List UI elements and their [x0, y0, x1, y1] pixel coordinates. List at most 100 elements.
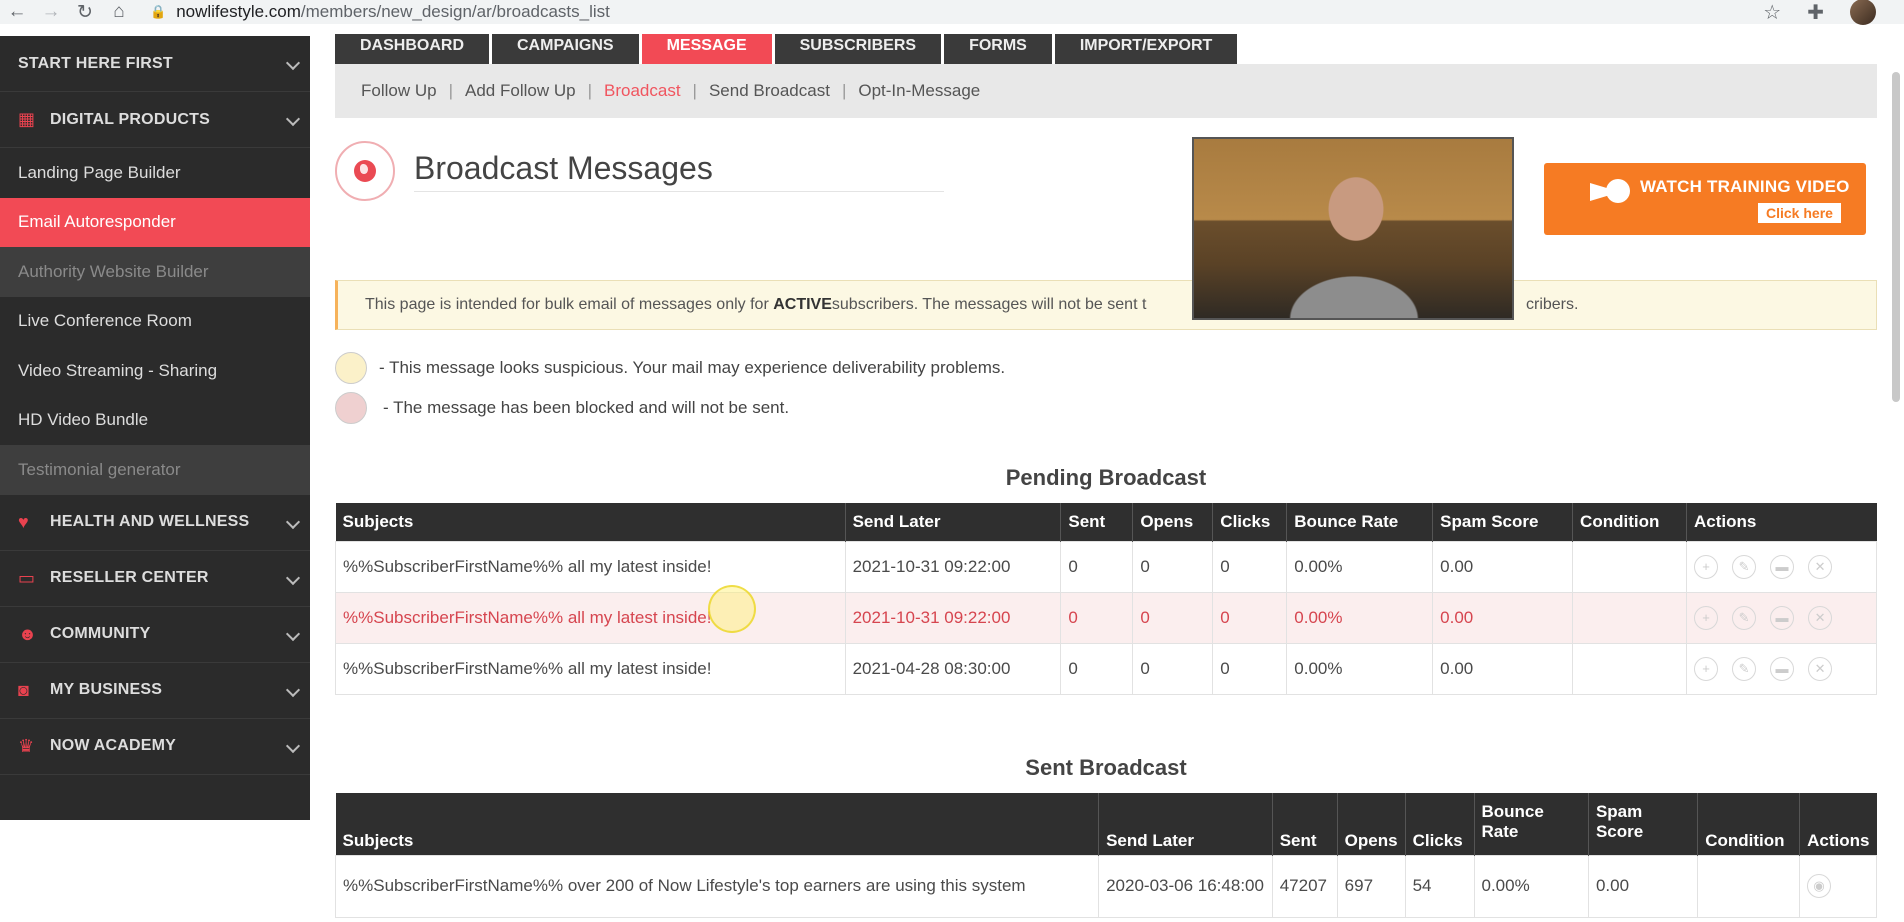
view-icon[interactable]: ◉ [1807, 874, 1832, 898]
tab-dashboard[interactable]: DASHBOARD [335, 34, 489, 64]
address-bar[interactable]: 🔒 nowlifestyle.com/members/new_design/ar… [150, 2, 610, 22]
subnav-send-broadcast[interactable]: Send Broadcast [709, 81, 830, 101]
star-icon[interactable]: ☆ [1763, 0, 1781, 25]
add-icon[interactable]: + [1694, 554, 1719, 579]
sidebar-item-authority-website-builder[interactable]: Authority Website Builder [0, 247, 310, 297]
reload-icon[interactable]: ↻ [68, 1, 102, 24]
archive-icon[interactable]: ▬ [1770, 656, 1795, 681]
back-icon[interactable]: ← [0, 1, 34, 23]
cell-condition [1572, 591, 1688, 644]
subnav-broadcast[interactable]: Broadcast [604, 81, 681, 101]
cell-bounce: 0.00% [1473, 854, 1589, 918]
sub-navigation: Follow Up | Add Follow Up | Broadcast | Send B… [335, 64, 1877, 118]
sidebar-item-video-streaming-sharing[interactable]: Video Streaming - Sharing [0, 346, 310, 396]
column-header-send-later: Send Later [1098, 793, 1273, 855]
add-icon[interactable]: + [1694, 656, 1719, 681]
chevron-down-icon [285, 682, 301, 697]
profile-avatar[interactable] [1850, 0, 1876, 25]
tab-campaigns[interactable]: CAMPAIGNS [492, 34, 639, 64]
cell-bounce: 0.00% [1286, 642, 1434, 695]
sidebar-item-landing-page-builder[interactable]: Landing Page Builder [0, 148, 310, 198]
cell-actions: + ✎ ▬ ✕ [1686, 591, 1877, 644]
edit-icon[interactable]: ✎ [1732, 656, 1757, 681]
sidebar-group-label: MY BUSINESS [50, 681, 163, 698]
pending-broadcast-title: Pending Broadcast [1005, 465, 1207, 490]
delete-icon[interactable]: ✕ [1808, 656, 1833, 681]
cell-send-later: 2021-10-31 09:22:00 [844, 540, 1062, 593]
subnav-separator: | [692, 81, 697, 100]
notice-text-post: subscribers. The messages will not be se… [831, 296, 1147, 313]
tab-message[interactable]: MESSAGE [641, 34, 772, 64]
watch-video-click-here: Click here [1758, 203, 1841, 223]
sidebar-item-email-autoresponder[interactable]: Email Autoresponder [0, 197, 310, 247]
sidebar-item-hd-video-bundle[interactable]: HD Video Bundle [0, 395, 310, 445]
subnav-add-follow-up[interactable]: Add Follow Up [465, 81, 576, 101]
tab-import-export[interactable]: IMPORT/EXPORT [1054, 34, 1238, 64]
my-business-icon: ◙ [18, 679, 30, 700]
column-header-subjects: Subjects [335, 503, 846, 541]
tab-subscribers[interactable]: SUBSCRIBERS [774, 34, 942, 64]
lock-icon: 🔒 [150, 4, 167, 19]
table-header-row: Subjects Send Later Sent Opens Clicks Bounce … [335, 503, 1877, 541]
sidebar-group-label: DIGITAL PRODUCTS [50, 110, 210, 128]
legend-blocked-text: - The message has been blocked and will … [383, 398, 790, 417]
cell-bounce: 0.00% [1286, 591, 1434, 644]
sidebar-group-digital-products[interactable]: ▦ DIGITAL PRODUCTS [0, 92, 310, 148]
sidebar-group-community[interactable]: ☻ COMMUNITY [0, 607, 310, 663]
cell-sent: 0 [1060, 591, 1134, 644]
cell-subject: %%SubscriberFirstName%% over 200 of Now … [334, 854, 1100, 918]
delete-icon[interactable]: ✕ [1808, 605, 1833, 630]
column-header-spam-score: Spam Score [1587, 793, 1698, 855]
sidebar-group-start-here-first[interactable]: START HERE FIRST [0, 36, 310, 92]
now-academy-icon: ♛ [18, 735, 35, 756]
browser-toolbar: ← → ↻ ⌂ 🔒 nowlifestyle.com/members/new_d… [0, 0, 1904, 25]
archive-icon[interactable]: ▬ [1770, 554, 1795, 579]
sidebar-group-health-and-wellness[interactable]: ♥ HEALTH AND WELLNESS [0, 495, 310, 551]
column-header-sent: Sent [1271, 793, 1338, 855]
archive-icon[interactable]: ▬ [1770, 605, 1795, 630]
url-host: nowlifestyle.com [176, 2, 301, 21]
subnav-separator: | [587, 81, 592, 100]
cursor-highlight [708, 585, 756, 633]
url-path: /members/new_design/ar/broadcasts_list [300, 2, 610, 21]
sidebar-item-live-conference-room[interactable]: Live Conference Room [0, 296, 310, 346]
column-header-opens: Opens [1132, 503, 1213, 541]
sidebar-group-label: RESELLER CENTER [50, 569, 209, 586]
notice-banner: This page is intended for bulk email of … [335, 280, 1877, 330]
sidebar-group-my-business[interactable]: ◙ MY BUSINESS [0, 663, 310, 719]
table-row: %%SubscriberFirstName%% all my latest in… [335, 540, 1877, 593]
subnav-follow-up[interactable]: Follow Up [361, 81, 437, 101]
sidebar-group-reseller-center[interactable]: ▭ RESELLER CENTER [0, 551, 310, 607]
add-icon[interactable]: + [1694, 605, 1719, 630]
cell-spam: 0.00 [1432, 540, 1574, 593]
cell-clicks: 0 [1212, 642, 1288, 695]
sent-broadcast-title: Sent Broadcast [1025, 755, 1187, 780]
watch-video-title: WATCH TRAINING VIDEO [1640, 177, 1850, 196]
chevron-down-icon [285, 626, 301, 641]
cell-spam: 0.00 [1432, 591, 1574, 644]
edit-icon[interactable]: ✎ [1732, 554, 1757, 579]
watch-training-video-button[interactable]: WATCH TRAINING VIDEO Click here [1544, 163, 1866, 235]
sidebar-group-label: NOW ACADEMY [50, 737, 177, 754]
sidebar-item-testimonial-generator[interactable]: Testimonial generator [0, 445, 310, 495]
chevron-down-icon [285, 738, 301, 753]
forward-icon[interactable]: → [34, 1, 68, 23]
cell-sent: 0 [1060, 642, 1134, 695]
main-tabs: DASHBOARD CAMPAIGNS MESSAGE SUBSCRIBERS FORM… [335, 34, 1238, 64]
home-icon[interactable]: ⌂ [102, 1, 136, 23]
page-header: Broadcast Messages [335, 140, 944, 202]
edit-icon[interactable]: ✎ [1732, 605, 1757, 630]
extensions-icon[interactable]: ✚ [1807, 0, 1824, 25]
tab-forms[interactable]: FORMS [944, 34, 1052, 64]
table-row: %%SubscriberFirstName%% all my latest in… [335, 591, 1877, 644]
subnav-separator: | [841, 81, 847, 100]
health-and-wellness-icon: ♥ [18, 511, 29, 532]
subnav-opt-in-message[interactable]: Opt-In-Message [858, 81, 980, 101]
page-scrollbar[interactable] [1892, 72, 1900, 402]
cell-send-later: 2020-03-06 16:48:00 [1098, 854, 1273, 918]
cell-subject: %%SubscriberFirstName%% all my latest in… [335, 642, 846, 695]
delete-icon[interactable]: ✕ [1808, 554, 1833, 579]
sidebar-group-now-academy[interactable]: ♛ NOW ACADEMY [0, 719, 310, 775]
cell-send-later: 2021-04-28 08:30:00 [844, 642, 1062, 695]
webcam-video-overlay[interactable] [1192, 137, 1514, 320]
